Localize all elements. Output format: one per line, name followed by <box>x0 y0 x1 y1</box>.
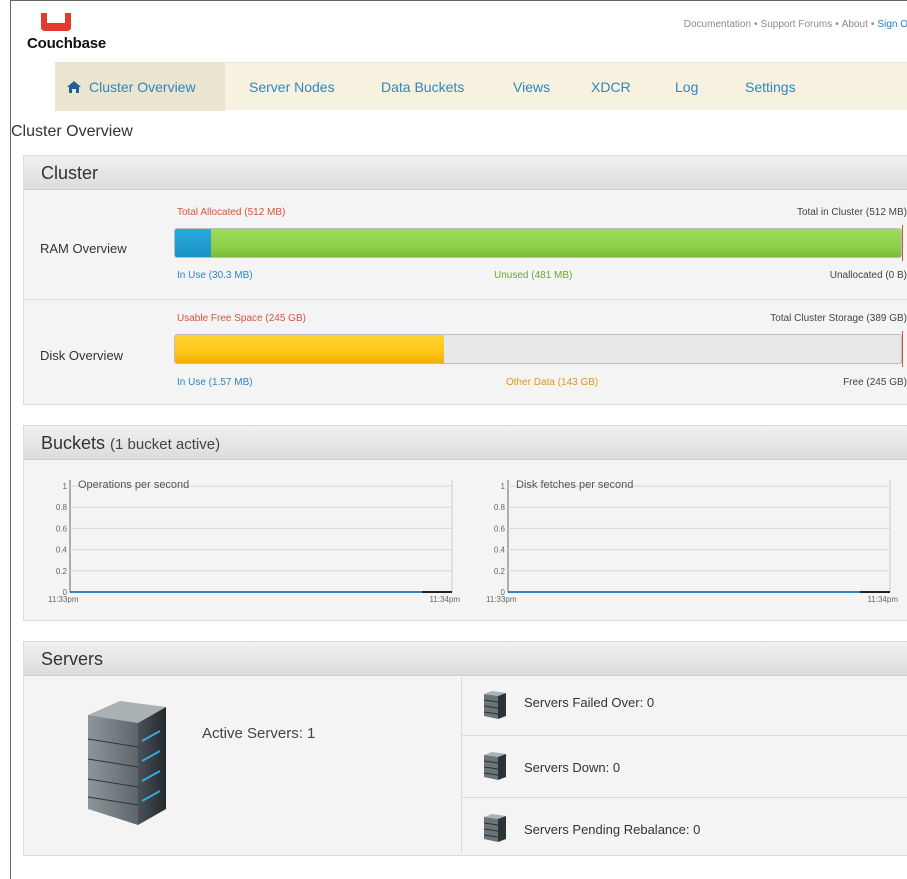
servers-pending-rebalance-row: Servers Pending Rebalance: 0 <box>462 797 907 855</box>
active-servers-section: Active Servers: 1 <box>24 677 461 853</box>
disk-fetches-per-second-chart: 1 0.8 0.6 0.4 0.2 0 Disk fetches per second 11:… <box>470 474 900 619</box>
tab-data-buckets[interactable]: Data Buckets <box>369 63 476 111</box>
disk-total-marker <box>902 331 903 367</box>
servers-pending-rebalance: Servers Pending Rebalance: 0 <box>524 822 701 837</box>
ram-total-allocated: Total Allocated (512 MB) <box>177 207 286 218</box>
data-point <box>69 591 71 593</box>
ram-total-in-cluster: Total in Cluster (512 MB) <box>796 207 907 218</box>
x-tick-label: 11:33pm <box>486 595 517 604</box>
buckets-panel: Buckets (1 bucket active) 1 0.8 0.6 0.4 0.2 0… <box>23 425 907 621</box>
disk-overview-row: Disk Overview Usable Free Space (245 GB)… <box>24 300 907 404</box>
ram-unused-segment <box>211 229 901 257</box>
sign-out-link[interactable]: Sign O <box>877 19 907 30</box>
ram-unallocated-label: Unallocated (0 B) <box>829 270 907 281</box>
buckets-active-count: (1 bucket active) <box>110 436 221 453</box>
disk-usage-bar <box>174 334 902 364</box>
tab-cluster-overview[interactable]: Cluster Overview <box>55 63 225 111</box>
ram-unused-label: Unused (481 MB) <box>494 270 573 281</box>
operations-per-second-plot: 10.80.60.40.20Operations per second11:33… <box>48 479 460 604</box>
operations-per-second-chart: 1 0.8 0.6 0.4 0.2 0 Operations per second 11:33… <box>32 474 462 619</box>
ram-total-marker <box>902 225 903 261</box>
servers-down: Servers Down: 0 <box>524 760 621 775</box>
active-servers-count: Active Servers: 1 <box>202 725 316 742</box>
disk-free-label: Free (245 GB) <box>843 377 907 388</box>
x-tick-label: 11:34pm <box>867 595 898 604</box>
ram-in-use-label: In Use (30.3 MB) <box>177 270 253 281</box>
tab-label: Data Buckets <box>381 79 465 95</box>
data-point <box>859 591 861 593</box>
data-point <box>507 591 509 593</box>
y-tick-label: 0.6 <box>56 524 68 533</box>
documentation-link[interactable]: Documentation <box>684 19 751 30</box>
tab-label: Server Nodes <box>249 79 335 95</box>
y-tick-label: 1 <box>501 482 506 491</box>
tab-label: Views <box>513 79 551 95</box>
header: Couchbase Documentation • Support Forums • A… <box>11 1 907 59</box>
tab-settings[interactable]: Settings <box>733 63 808 111</box>
logo-text: Couchbase <box>27 35 107 52</box>
x-tick-label: 11:34pm <box>429 595 460 604</box>
y-tick-label: 0.4 <box>494 546 506 555</box>
top-links: Documentation • Support Forums • About • Sign … <box>683 19 907 30</box>
buckets-title: Buckets <box>41 433 106 453</box>
app-frame: Couchbase Documentation • Support Forums • A… <box>10 0 907 879</box>
disk-in-use-label: In Use (1.57 MB) <box>177 377 253 388</box>
support-forums-link[interactable]: Support Forums <box>761 19 833 30</box>
tab-xdcr[interactable]: XDCR <box>579 63 643 111</box>
y-tick-label: 0.2 <box>494 567 506 576</box>
disk-overview-label: Disk Overview <box>40 348 124 363</box>
servers-panel-title: Servers <box>24 642 907 676</box>
home-icon <box>67 81 81 93</box>
ram-usage-bar <box>174 228 902 258</box>
y-tick-label: 0.4 <box>56 546 68 555</box>
servers-down-row: Servers Down: 0 <box>462 735 907 797</box>
servers-failed-over-row: Servers Failed Over: 0 <box>462 677 907 735</box>
y-tick-label: 0.8 <box>494 503 506 512</box>
page-title: Cluster Overview <box>11 123 133 140</box>
tab-views[interactable]: Views <box>501 63 562 111</box>
chart-title: Operations per second <box>78 479 189 491</box>
disk-other-data-label: Other Data (143 GB) <box>506 377 599 388</box>
about-link[interactable]: About <box>842 19 868 30</box>
server-icon <box>484 691 506 719</box>
server-icon <box>484 814 506 842</box>
y-tick-label: 1 <box>63 482 68 491</box>
y-tick-label: 0.2 <box>56 567 68 576</box>
ram-in-use-segment <box>175 229 212 257</box>
x-tick-label: 11:33pm <box>48 595 79 604</box>
disk-fetches-per-second-plot: 10.80.60.40.20Disk fetches per second11:… <box>486 479 898 604</box>
cluster-panel: Cluster RAM Overview Total Allocated (51… <box>23 155 907 405</box>
y-tick-label: 0.6 <box>494 524 506 533</box>
buckets-panel-title: Buckets (1 bucket active) <box>24 426 907 460</box>
server-status-section: Servers Failed Over: 0 Servers Down: 0 S… <box>461 677 907 853</box>
servers-panel: Servers Active Servers: 1 Servers Failed… <box>23 641 907 856</box>
data-point <box>421 591 423 593</box>
main-nav: Cluster Overview Server Nodes Data Bucke… <box>55 62 907 111</box>
tab-label: Settings <box>745 79 796 95</box>
y-tick-label: 0.8 <box>56 503 68 512</box>
chart-title: Disk fetches per second <box>516 479 633 491</box>
ram-overview-row: RAM Overview Total Allocated (512 MB) To… <box>24 191 907 299</box>
couchbase-logo-icon <box>41 13 71 31</box>
cluster-panel-title: Cluster <box>24 156 907 190</box>
tab-label: Log <box>675 79 699 95</box>
ram-overview-label: RAM Overview <box>40 241 127 256</box>
tab-server-nodes[interactable]: Server Nodes <box>237 63 347 111</box>
disk-other-data-segment <box>175 335 444 363</box>
tab-label: Cluster Overview <box>89 79 196 95</box>
disk-usable-free-space: Usable Free Space (245 GB) <box>177 313 306 324</box>
server-icon <box>484 752 506 780</box>
tab-log[interactable]: Log <box>663 63 710 111</box>
disk-total-storage: Total Cluster Storage (389 GB) <box>770 313 907 324</box>
tab-label: XDCR <box>591 79 631 95</box>
server-tower-icon <box>87 701 166 825</box>
servers-failed-over: Servers Failed Over: 0 <box>524 695 655 710</box>
